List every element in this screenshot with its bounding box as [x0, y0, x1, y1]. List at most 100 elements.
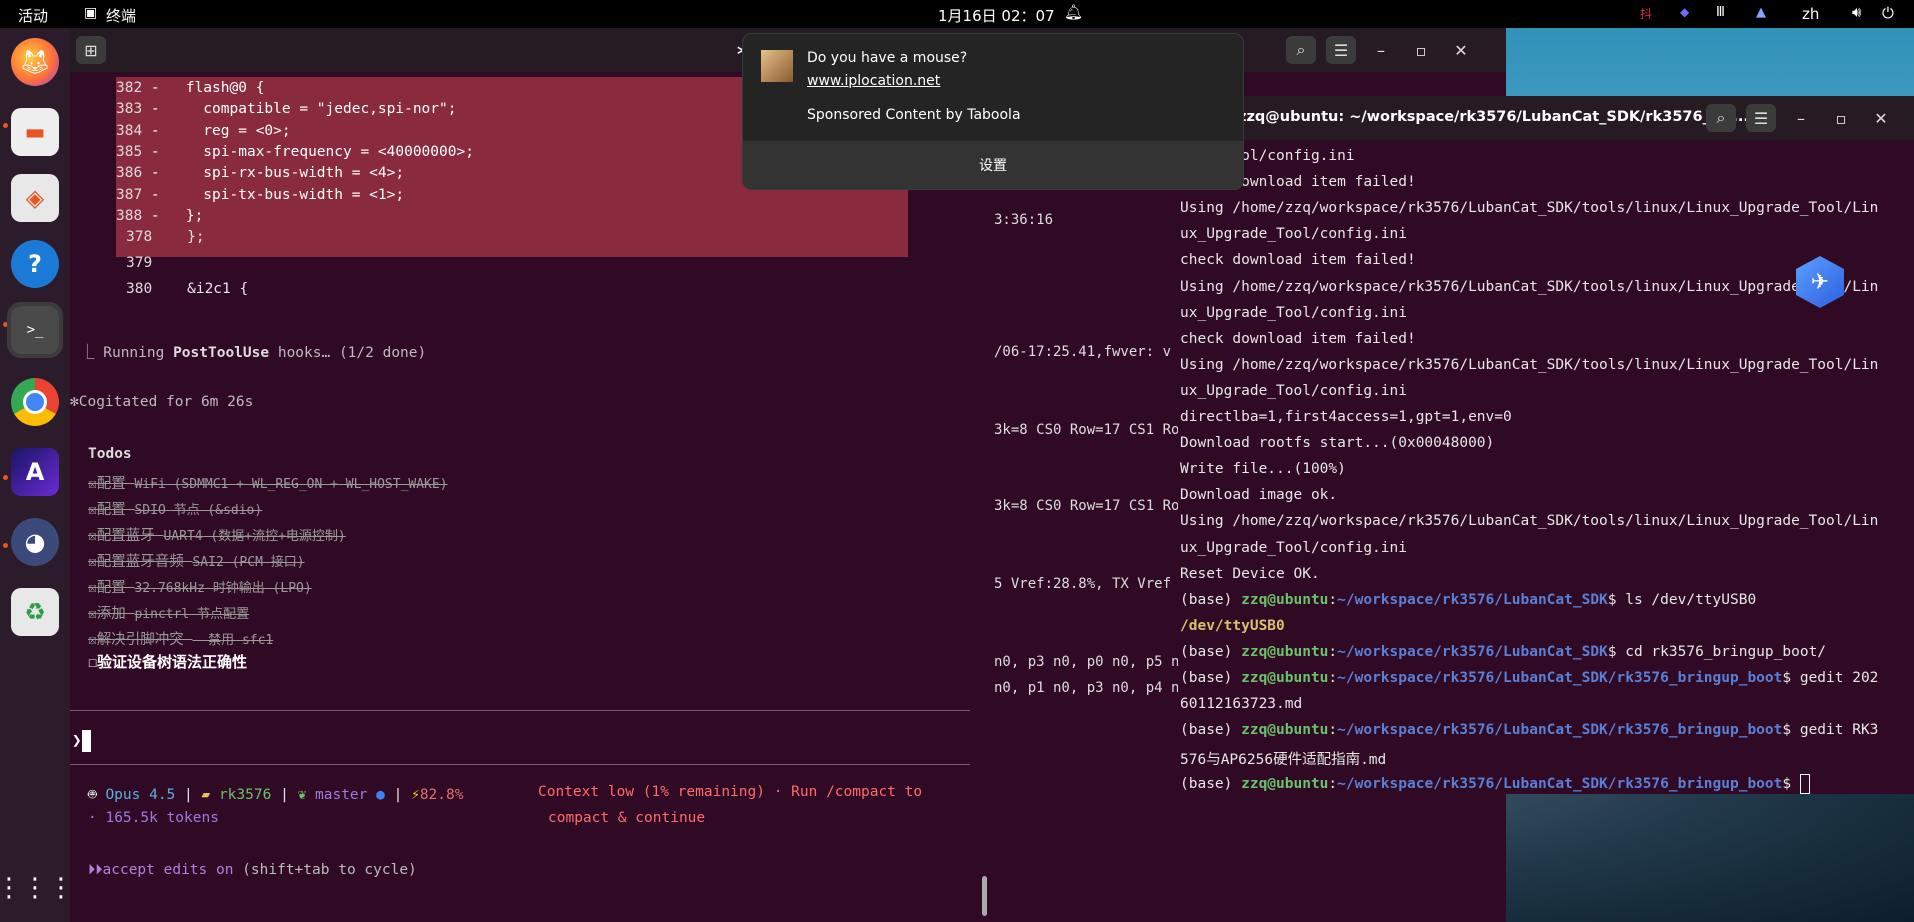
clock[interactable]: 1月16日 02：07: [938, 5, 1055, 26]
app-center-icon[interactable]: ◈: [11, 174, 59, 222]
line-text: - reg = <0>;: [142, 122, 291, 139]
terminal-line: directlba=1,first4access=1,gpt=1,env=0: [1180, 409, 1512, 425]
background-terminal-line: 3:36:16: [994, 212, 1054, 228]
close-icon[interactable]: ✕: [1446, 36, 1476, 64]
notification-title: Do you have a mouse?: [807, 50, 968, 66]
prompt-sep: :: [1328, 722, 1338, 739]
terminal-line: ux_Upgrade_Tool/config.ini: [1180, 226, 1407, 242]
line-number: 379: [126, 255, 153, 271]
notification-popup[interactable]: Do you have a mouse? www.iplocation.net …: [742, 33, 1244, 190]
files-icon[interactable]: ▬: [11, 108, 59, 156]
divider: [70, 710, 970, 711]
terminal-line: 60112163723.md: [1180, 696, 1302, 712]
scrollbar[interactable]: [982, 876, 987, 916]
prompt-command: $ ls /dev/ttyUSB0: [1607, 591, 1757, 608]
prompt-command: $ cd rk3576_bringup_boot/: [1607, 643, 1827, 660]
todo-item: ☒添加 pinctrl 节点配置: [88, 602, 249, 623]
context-warning: Context low (1% remaining) · Run /compac…: [538, 784, 923, 800]
prompt-command: $ gedit 202: [1782, 670, 1879, 686]
volume-icon[interactable]: 🔊︎: [1852, 3, 1861, 21]
app-name-label[interactable]: 终端: [106, 5, 136, 26]
power-icon[interactable]: ⏻: [1882, 4, 1894, 22]
line-number: 387: [116, 186, 143, 203]
line-text: - spi-tx-bus-width = <1>;: [142, 186, 405, 203]
search-icon[interactable]: ⌕: [1706, 104, 1736, 132]
prompt-base: (base): [1180, 670, 1242, 686]
menu-icon[interactable]: ☰: [1746, 104, 1776, 132]
output-text: Download rootfs start...(0x00048000): [1180, 435, 1495, 452]
spinner-icon: ✻: [70, 394, 79, 410]
prompt-base: (base): [1180, 722, 1242, 739]
output-text: ux_Upgrade_Tool/config.ini: [1180, 382, 1407, 399]
output-text: Using /home/zzq/workspace/rk3576/LubanCa…: [1180, 278, 1879, 295]
todo-item: ☒配置蓝牙 UART4 (数据+流控+电源控制): [88, 524, 346, 545]
todo-text: pinctrl 节点配置: [134, 607, 250, 622]
robot-icon: 🤖︎: [88, 787, 97, 803]
app-grid-icon[interactable]: ⋮⋮⋮: [0, 864, 74, 912]
terminal-line: ux_Upgrade_Tool/config.ini: [1180, 383, 1407, 399]
trash-icon[interactable]: ♻: [11, 588, 59, 636]
terminal-line: ux_Upgrade_Tool/config.ini: [1180, 305, 1407, 321]
tray-bird-icon[interactable]: ◆: [1680, 5, 1689, 19]
pen-app-icon[interactable]: A: [11, 448, 59, 496]
terminal-line: Write file...(100%): [1180, 461, 1346, 477]
top-bar: 活动 ▣ 终端 1月16日 02：07 🔔︎ 抖 ◆ Ⅲ ▲ zh 🔊︎ ⏻: [0, 0, 1914, 28]
help-icon[interactable]: ?: [11, 240, 59, 288]
prompt-user: zzq@ubuntu: [1241, 591, 1329, 608]
prompt-sep: :: [1328, 643, 1338, 660]
chrome-icon[interactable]: [11, 378, 59, 426]
todo-prefix: ☒配置: [88, 476, 135, 492]
terminal-icon[interactable]: >_: [7, 302, 63, 358]
todo-text: SDIO 节点 (&sdio): [134, 503, 263, 518]
input-method-label[interactable]: zh: [1802, 5, 1819, 23]
accept-edits-status[interactable]: ⏵⏵accept edits on (shift+tab to cycle): [88, 862, 417, 878]
prompt-user: zzq@ubuntu: [1241, 722, 1329, 739]
floating-bird-icon[interactable]: ✈: [1796, 256, 1844, 308]
output-text: ux_Upgrade_Tool/config.ini: [1180, 304, 1407, 321]
line-text: - compatible = "jedec,spi-nor";: [142, 101, 457, 118]
prompt-user: zzq@ubuntu: [1241, 670, 1329, 686]
cat-app-icon[interactable]: ◕: [11, 518, 59, 566]
menu-icon[interactable]: ☰: [1326, 36, 1356, 64]
prompt-command: $ gedit RK3: [1782, 722, 1879, 739]
right-terminal-header: zzq@ubuntu: ~/workspace/rk3576/LubanCat_…: [1178, 96, 1914, 140]
input-prompt[interactable]: ❯: [72, 730, 91, 752]
output-text: Using /home/zzq/workspace/rk3576/LubanCa…: [1180, 200, 1879, 217]
maximize-icon[interactable]: ▫: [1826, 104, 1856, 132]
background-terminal-line: n0, p1 n0, p3 n0, p4 n: [994, 680, 1180, 696]
prompt-path: ~/workspace/rk3576/LubanCat_SDK: [1337, 643, 1608, 660]
tray-app-icon[interactable]: 抖: [1640, 5, 1652, 22]
background-terminal-line: n0, p3 n0, p0 n0, p5 n: [994, 654, 1180, 670]
hooks-status: ⎿ Running PostToolUse hooks… (1/2 done): [80, 345, 427, 361]
code-line: 379: [126, 255, 170, 271]
notification-settings-button[interactable]: 设置: [743, 141, 1243, 189]
terminal-line: check download item failed!: [1180, 331, 1416, 347]
cogitated-status: ✻Cogitated for 6m 26s: [70, 394, 254, 410]
terminal-line: (base) zzq@ubuntu:~/workspace/rk3576/Lub…: [1180, 774, 1810, 795]
todo-item: ☒配置蓝牙音频 SAI2 (PCM 接口): [88, 550, 305, 571]
diff-line: 388 - };: [116, 208, 203, 224]
prompt-base: (base): [1180, 776, 1242, 793]
line-text: };: [152, 229, 205, 245]
activities-button[interactable]: 活动: [18, 5, 48, 26]
minimize-icon[interactable]: –: [1786, 104, 1816, 132]
close-icon[interactable]: ✕: [1866, 104, 1896, 132]
line-text: - spi-rx-bus-width = <4>;: [142, 165, 405, 182]
terminal-line: 576与AP6256硬件适配指南.md: [1180, 748, 1386, 769]
diff-line: 387 - spi-tx-bus-width = <1>;: [116, 187, 404, 203]
firefox-icon[interactable]: 🦊︎: [11, 38, 59, 86]
todo-prefix: ☒添加: [88, 606, 135, 622]
line-text: - spi-max-frequency = <40000000>;: [142, 143, 474, 160]
prompt-sep: :: [1328, 591, 1338, 608]
minimize-icon[interactable]: –: [1366, 36, 1396, 64]
tray-cat-icon[interactable]: ▲: [1756, 5, 1766, 20]
tray-stats-icon[interactable]: Ⅲ: [1716, 5, 1725, 20]
todo-item: ☒解决引脚冲突 - 禁用 sfc1: [88, 628, 273, 649]
right-terminal-window[interactable]: zzq@ubuntu: ~/workspace/rk3576/LubanCat_…: [1178, 96, 1914, 795]
maximize-icon[interactable]: ▫: [1406, 36, 1436, 64]
search-icon[interactable]: ⌕: [1286, 36, 1316, 64]
notification-link[interactable]: www.iplocation.net: [807, 73, 940, 89]
todo-text: WiFi (SDMMC1 + WL_REG_ON + WL_HOST_WAKE): [134, 477, 448, 492]
terminal-line: Download rootfs start...(0x00048000): [1180, 435, 1494, 451]
prompt-sep: :: [1328, 670, 1338, 686]
